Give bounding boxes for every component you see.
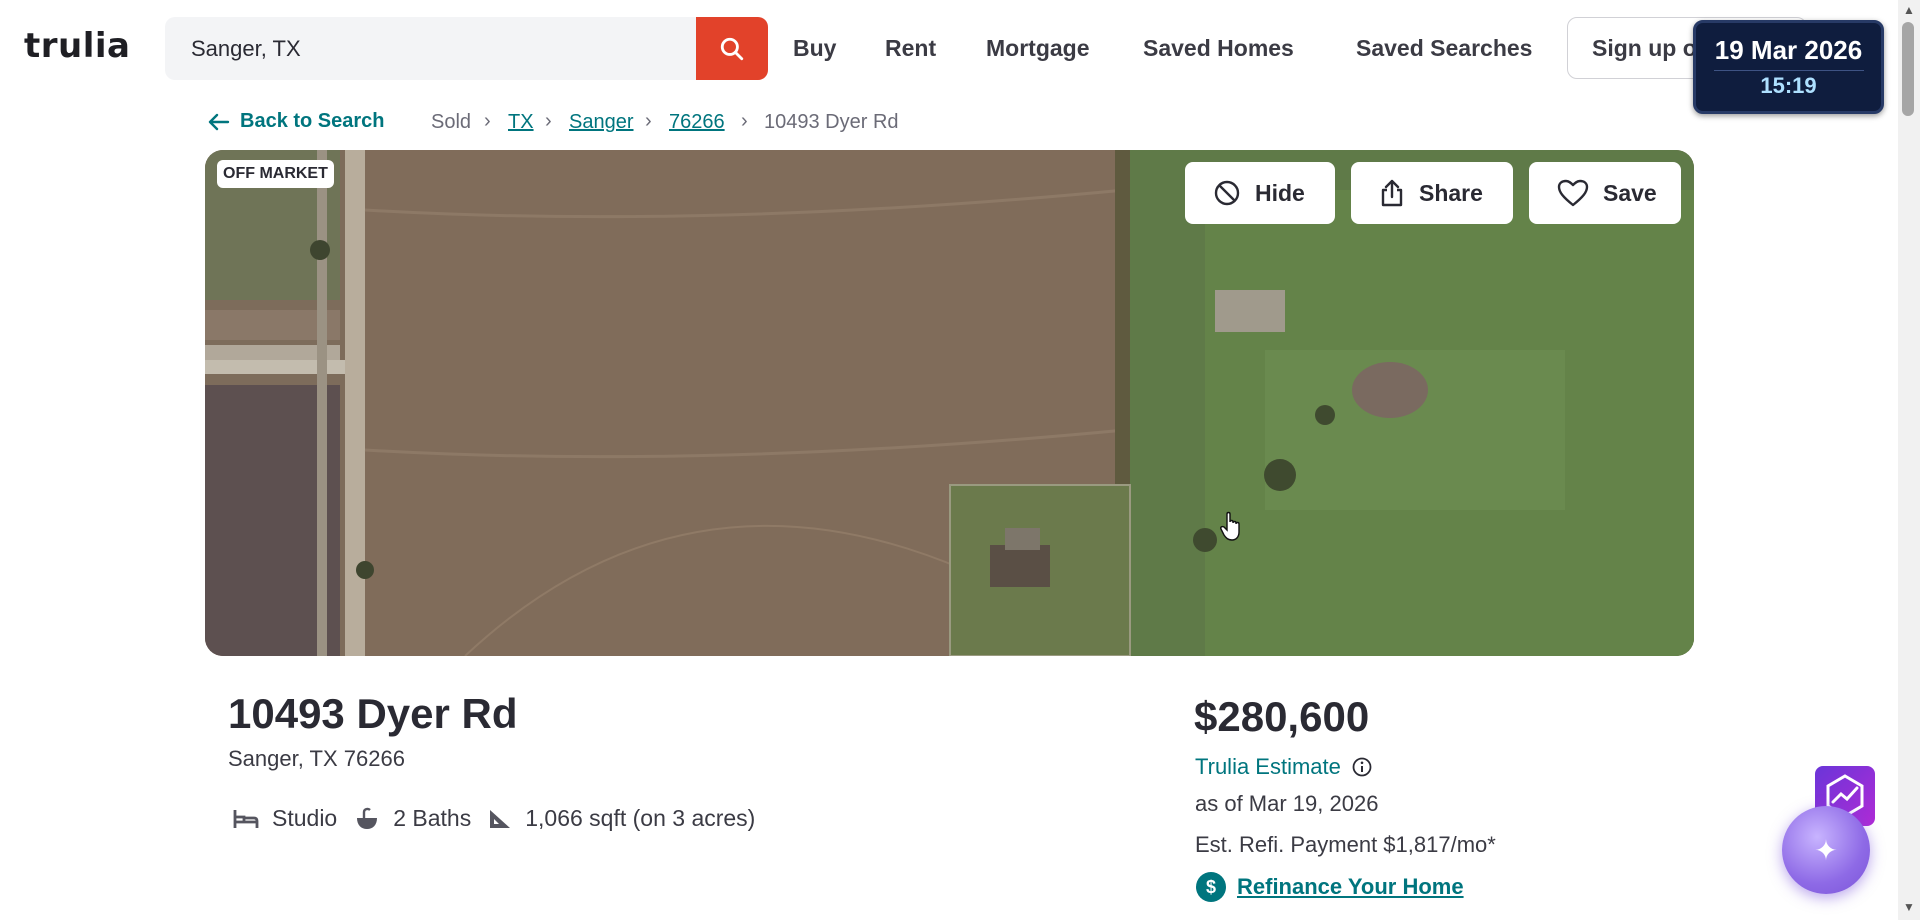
chevron-right-icon: › bbox=[645, 110, 652, 132]
property-address: 10493 Dyer Rd bbox=[228, 690, 518, 737]
refinance-label: Refinance Your Home bbox=[1237, 874, 1464, 899]
site-header: trulia Sanger, TX Buy Rent Mortgage Save… bbox=[0, 0, 1900, 98]
scrollbar-thumb[interactable] bbox=[1902, 22, 1914, 116]
mouse-cursor-icon bbox=[1220, 511, 1240, 541]
estimated-price: $280,600 bbox=[1194, 693, 1370, 740]
arrow-left-icon bbox=[208, 113, 230, 130]
trulia-estimate-link[interactable]: Trulia Estimate bbox=[1195, 754, 1373, 780]
breadcrumb-tx[interactable]: TX bbox=[508, 111, 534, 134]
info-icon[interactable] bbox=[1351, 756, 1373, 778]
heart-icon bbox=[1557, 179, 1589, 207]
search-input[interactable]: Sanger, TX bbox=[191, 36, 301, 62]
property-photo[interactable]: OFF MARKET Hide Share Save bbox=[205, 150, 1694, 656]
property-city-line: Sanger, TX 76266 bbox=[228, 746, 405, 771]
search-box[interactable]: Sanger, TX bbox=[165, 17, 768, 80]
save-button[interactable]: Save bbox=[1529, 162, 1681, 224]
hide-label: Hide bbox=[1255, 179, 1305, 206]
search-icon bbox=[720, 37, 744, 60]
area-value: 1,066 sqft (on 3 acres) bbox=[525, 805, 756, 831]
scroll-down-arrow-icon[interactable]: ▼ bbox=[1903, 900, 1915, 914]
breadcrumb-sanger[interactable]: Sanger bbox=[569, 111, 634, 134]
bed-icon bbox=[233, 809, 259, 828]
beds-fact: Studio bbox=[232, 805, 337, 832]
area-fact: 1,066 sqft (on 3 acres) bbox=[487, 805, 755, 832]
scroll-up-arrow-icon[interactable]: ▲ bbox=[1903, 3, 1915, 17]
ai-assistant-button[interactable]: ✦ bbox=[1782, 806, 1870, 894]
signup-label: Sign up or bbox=[1592, 35, 1706, 61]
chevron-right-icon: › bbox=[741, 110, 748, 132]
bath-icon bbox=[357, 807, 378, 829]
back-to-search-link[interactable]: Back to Search bbox=[208, 110, 385, 133]
search-button[interactable] bbox=[696, 17, 768, 80]
nav-saved-homes[interactable]: Saved Homes bbox=[1143, 35, 1294, 62]
save-label: Save bbox=[1603, 179, 1657, 206]
aerial-image bbox=[205, 150, 1694, 656]
ruler-triangle-icon bbox=[490, 809, 511, 828]
refinance-link[interactable]: $ Refinance Your Home bbox=[1195, 871, 1464, 903]
hide-icon bbox=[1214, 180, 1240, 206]
nav-rent[interactable]: Rent bbox=[885, 35, 936, 62]
back-to-search-label: Back to Search bbox=[240, 110, 385, 132]
clock-widget: 19 Mar 2026 15:19 bbox=[1693, 20, 1884, 114]
nav-buy[interactable]: Buy bbox=[793, 35, 836, 62]
chevron-right-icon: › bbox=[545, 110, 552, 132]
share-label: Share bbox=[1419, 179, 1483, 206]
nav-saved-searches[interactable]: Saved Searches bbox=[1356, 35, 1532, 62]
trulia-estimate-label: Trulia Estimate bbox=[1195, 754, 1341, 779]
svg-text:$: $ bbox=[1206, 877, 1216, 897]
breadcrumb-sold: Sold bbox=[431, 111, 472, 133]
breadcrumb-address: 10493 Dyer Rd bbox=[764, 111, 899, 133]
estimate-date: as of Mar 19, 2026 bbox=[1195, 791, 1379, 816]
beds-value: Studio bbox=[272, 805, 338, 831]
sparkle-icon: ✦ bbox=[1814, 834, 1838, 866]
trulia-logo[interactable]: trulia bbox=[24, 26, 130, 66]
breadcrumb-zip[interactable]: 76266 bbox=[669, 111, 725, 134]
hide-button[interactable]: Hide bbox=[1185, 162, 1335, 224]
baths-fact: 2 Baths bbox=[353, 805, 471, 832]
clock-divider bbox=[1713, 70, 1864, 71]
off-market-badge: OFF MARKET bbox=[217, 160, 334, 188]
property-facts: Studio 2 Baths 1,066 sqft (on 3 acres) bbox=[232, 805, 771, 832]
dollar-icon: $ bbox=[1196, 872, 1226, 902]
share-icon bbox=[1381, 179, 1403, 207]
clock-time: 15:19 bbox=[1760, 73, 1817, 98]
chevron-right-icon: › bbox=[484, 110, 491, 132]
clock-date: 19 Mar 2026 bbox=[1714, 35, 1863, 65]
page-scrollbar[interactable] bbox=[1898, 0, 1920, 920]
share-button[interactable]: Share bbox=[1351, 162, 1513, 224]
baths-value: 2 Baths bbox=[393, 805, 472, 831]
refi-payment: Est. Refi. Payment $1,817/mo* bbox=[1195, 832, 1496, 857]
nav-mortgage[interactable]: Mortgage bbox=[986, 35, 1090, 62]
